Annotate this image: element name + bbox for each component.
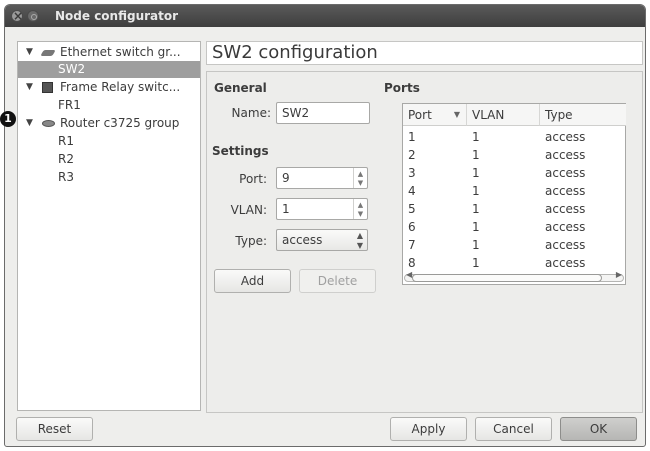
tree-item-fr1[interactable]: FR1 [18,97,200,114]
table-row[interactable]: 3 1 access [403,164,625,182]
node-configurator-window: Node configurator ▼ Ethernet switch gr..… [4,4,646,447]
type-cell: access [545,202,586,216]
port-cell: 4 [408,184,416,198]
node-tree[interactable]: ▼ Ethernet switch gr... SW2 ▼ Frame Rela… [17,41,201,411]
spin-arrows-icon[interactable]: ▲ ▼ [353,168,367,188]
tree-group-router[interactable]: ▼ Router c3725 group [18,115,200,132]
table-row[interactable]: 1 1 access [403,128,625,146]
type-cell: access [545,256,586,270]
type-cell: access [545,166,586,180]
tree-item-label: R2 [58,152,74,166]
horizontal-scrollbar[interactable]: ◀ ▶ [404,270,624,283]
vlan-label: VLAN: [230,203,267,217]
apply-button[interactable]: Apply [390,417,467,441]
vlan-cell: 1 [472,220,480,234]
name-label: Name: [231,106,271,120]
port-cell: 7 [408,238,416,252]
minimize-window-icon[interactable] [27,10,39,22]
tree-group-label: Router c3725 group [60,116,180,130]
settings-heading: Settings [212,144,269,158]
tree-item-r3[interactable]: R3 [18,169,200,186]
tree-group-label: Ethernet switch gr... [60,45,181,59]
port-cell: 3 [408,166,416,180]
type-cell: access [545,220,586,234]
column-header-type[interactable]: Type [540,104,626,126]
type-cell: access [545,238,586,252]
table-row[interactable]: 8 1 access [403,254,625,272]
type-cell: access [545,184,586,198]
vlan-value: 1 [282,202,290,216]
port-cell: 6 [408,220,416,234]
port-cell: 5 [408,202,416,216]
type-label: Type: [235,234,267,248]
vlan-cell: 1 [472,238,480,252]
combo-arrows-icon: ▲ ▼ [356,231,363,250]
vlan-cell: 1 [472,184,480,198]
tree-group-ethernet-switch[interactable]: ▼ Ethernet switch gr... [18,44,200,61]
tree-item-r1[interactable]: R1 [18,133,200,150]
router-icon [42,120,55,127]
tree-item-label: R1 [58,134,74,148]
delete-button[interactable]: Delete [299,269,376,293]
port-label: Port: [239,172,267,186]
sort-down-icon: ▼ [453,110,460,119]
column-header-vlan[interactable]: VLAN [467,104,540,126]
tree-item-label: R3 [58,170,74,184]
vlan-cell: 1 [472,166,480,180]
column-header-label: Port [408,108,432,122]
name-input[interactable]: SW2 [276,102,370,124]
type-value: access [282,233,323,247]
expand-arrow-icon[interactable]: ▼ [26,79,33,96]
window-title: Node configurator [55,9,179,23]
vlan-cell: 1 [472,148,480,162]
add-button[interactable]: Add [214,269,291,293]
tree-item-label: FR1 [58,98,81,112]
tree-item-r2[interactable]: R2 [18,151,200,168]
expand-arrow-icon[interactable]: ▼ [26,44,33,61]
tree-group-label: Frame Relay switc... [60,80,181,94]
vlan-cell: 1 [472,256,480,270]
scrollbar-thumb[interactable] [412,274,602,282]
ports-table[interactable]: Port ▼ VLAN Type 1 1 access 2 1 access 3 1 acces… [402,103,626,285]
general-heading: General [214,81,267,95]
column-header-label: VLAN [472,108,505,122]
title-bar[interactable]: Node configurator [5,5,645,27]
port-value: 9 [282,171,290,185]
table-row[interactable]: 7 1 access [403,236,625,254]
table-row[interactable]: 2 1 access [403,146,625,164]
vlan-cell: 1 [472,130,480,144]
config-title: SW2 configuration [206,41,643,65]
scroll-right-icon[interactable]: ▶ [616,270,622,279]
tree-item-label: SW2 [58,62,86,76]
ports-heading: Ports [384,81,420,95]
port-cell: 1 [408,130,416,144]
callout-marker: 1 [0,111,16,127]
ok-button[interactable]: OK [560,417,637,441]
frame-relay-icon [42,82,53,93]
port-spinbox[interactable]: 9 ▲ ▼ [276,167,368,189]
table-row[interactable]: 5 1 access [403,200,625,218]
port-cell: 2 [408,148,416,162]
tree-item-sw2[interactable]: SW2 [18,61,200,78]
type-cell: access [545,130,586,144]
tree-group-frame-relay[interactable]: ▼ Frame Relay switc... [18,79,200,96]
expand-arrow-icon[interactable]: ▼ [26,115,33,132]
vlan-cell: 1 [472,202,480,216]
scroll-left-icon[interactable]: ◀ [406,270,412,279]
column-header-label: Type [545,108,573,122]
table-row[interactable]: 6 1 access [403,218,625,236]
switch-icon [40,50,56,56]
close-window-icon[interactable] [11,5,23,27]
vlan-spinbox[interactable]: 1 ▲ ▼ [276,198,368,220]
reset-button[interactable]: Reset [16,417,93,441]
cancel-button[interactable]: Cancel [475,417,552,441]
spin-arrows-icon[interactable]: ▲ ▼ [353,199,367,219]
type-combobox[interactable]: access ▲ ▼ [276,229,368,251]
table-row[interactable]: 4 1 access [403,182,625,200]
column-header-port[interactable]: Port ▼ [403,104,467,126]
type-cell: access [545,148,586,162]
